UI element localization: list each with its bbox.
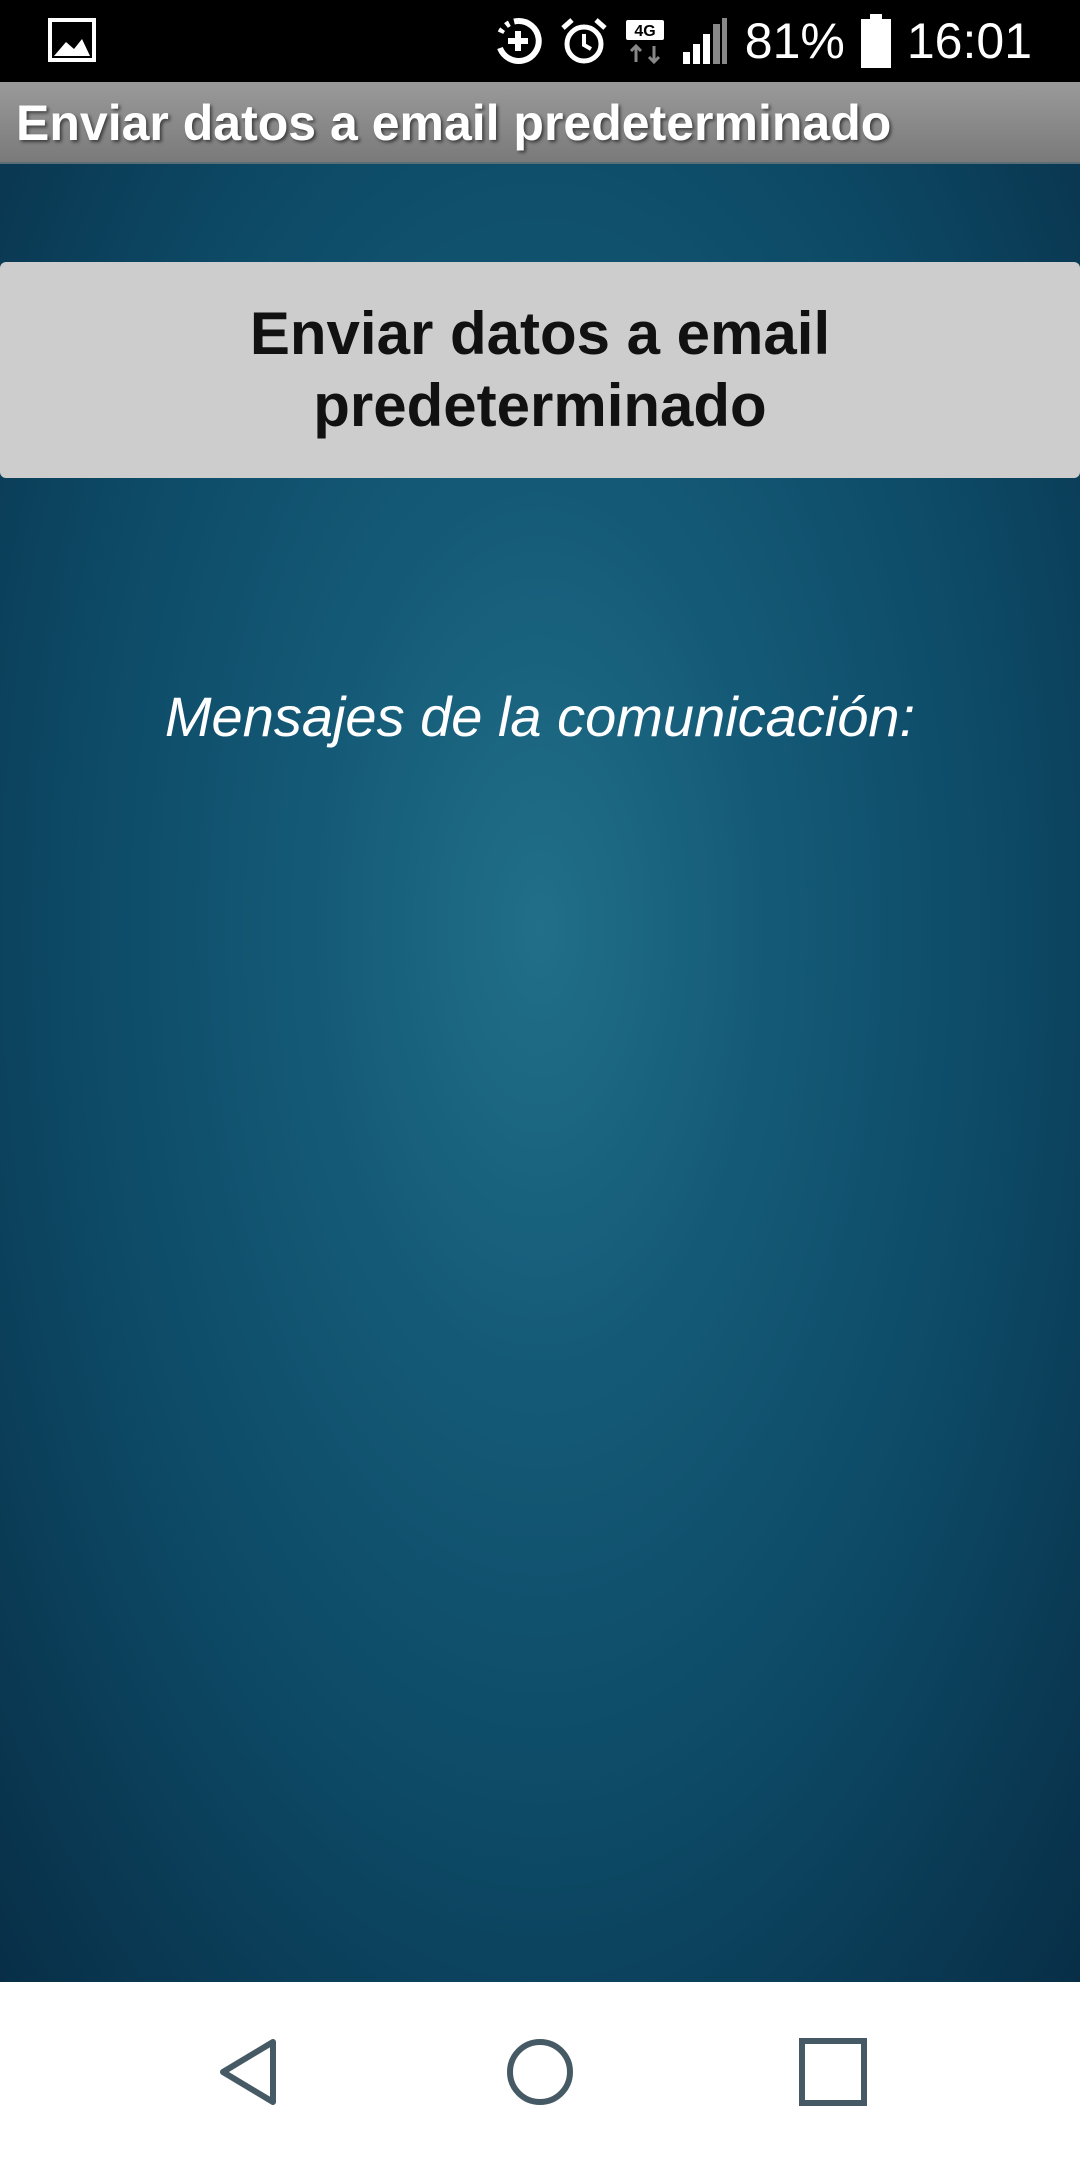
back-icon (220, 2039, 276, 2105)
send-to-default-email-button[interactable]: Enviar datos a email predeterminado (0, 262, 1080, 478)
network-type-text: 4G (634, 23, 655, 40)
recents-icon (799, 2038, 867, 2106)
battery-icon (860, 14, 891, 68)
screen: 4G 81% 16:01 Enviar datos a email predet… (0, 0, 1080, 2160)
battery-percent: 81% (744, 13, 845, 69)
home-icon (507, 2039, 573, 2105)
page-title: Enviar datos a email predeterminado (16, 95, 892, 151)
data-saver-icon (493, 16, 543, 66)
signal-icon (681, 16, 729, 66)
gallery-icon (48, 18, 96, 62)
status-icons: 4G 81% 16:01 (493, 0, 1032, 82)
navigation-bar (0, 1982, 1080, 2160)
app-title-bar: Enviar datos a email predeterminado (0, 82, 1080, 164)
back-button[interactable] (178, 2012, 318, 2132)
main-content: Enviar datos a email predeterminado Mens… (0, 164, 1080, 1982)
network-4g-icon: 4G (625, 16, 665, 66)
alarm-icon (559, 16, 609, 66)
clock: 16:01 (906, 13, 1032, 69)
home-button[interactable] (470, 2012, 610, 2132)
recents-button[interactable] (763, 2012, 903, 2132)
status-bar: 4G 81% 16:01 (0, 0, 1080, 82)
communication-messages-label: Mensajes de la comunicación: (164, 685, 916, 748)
